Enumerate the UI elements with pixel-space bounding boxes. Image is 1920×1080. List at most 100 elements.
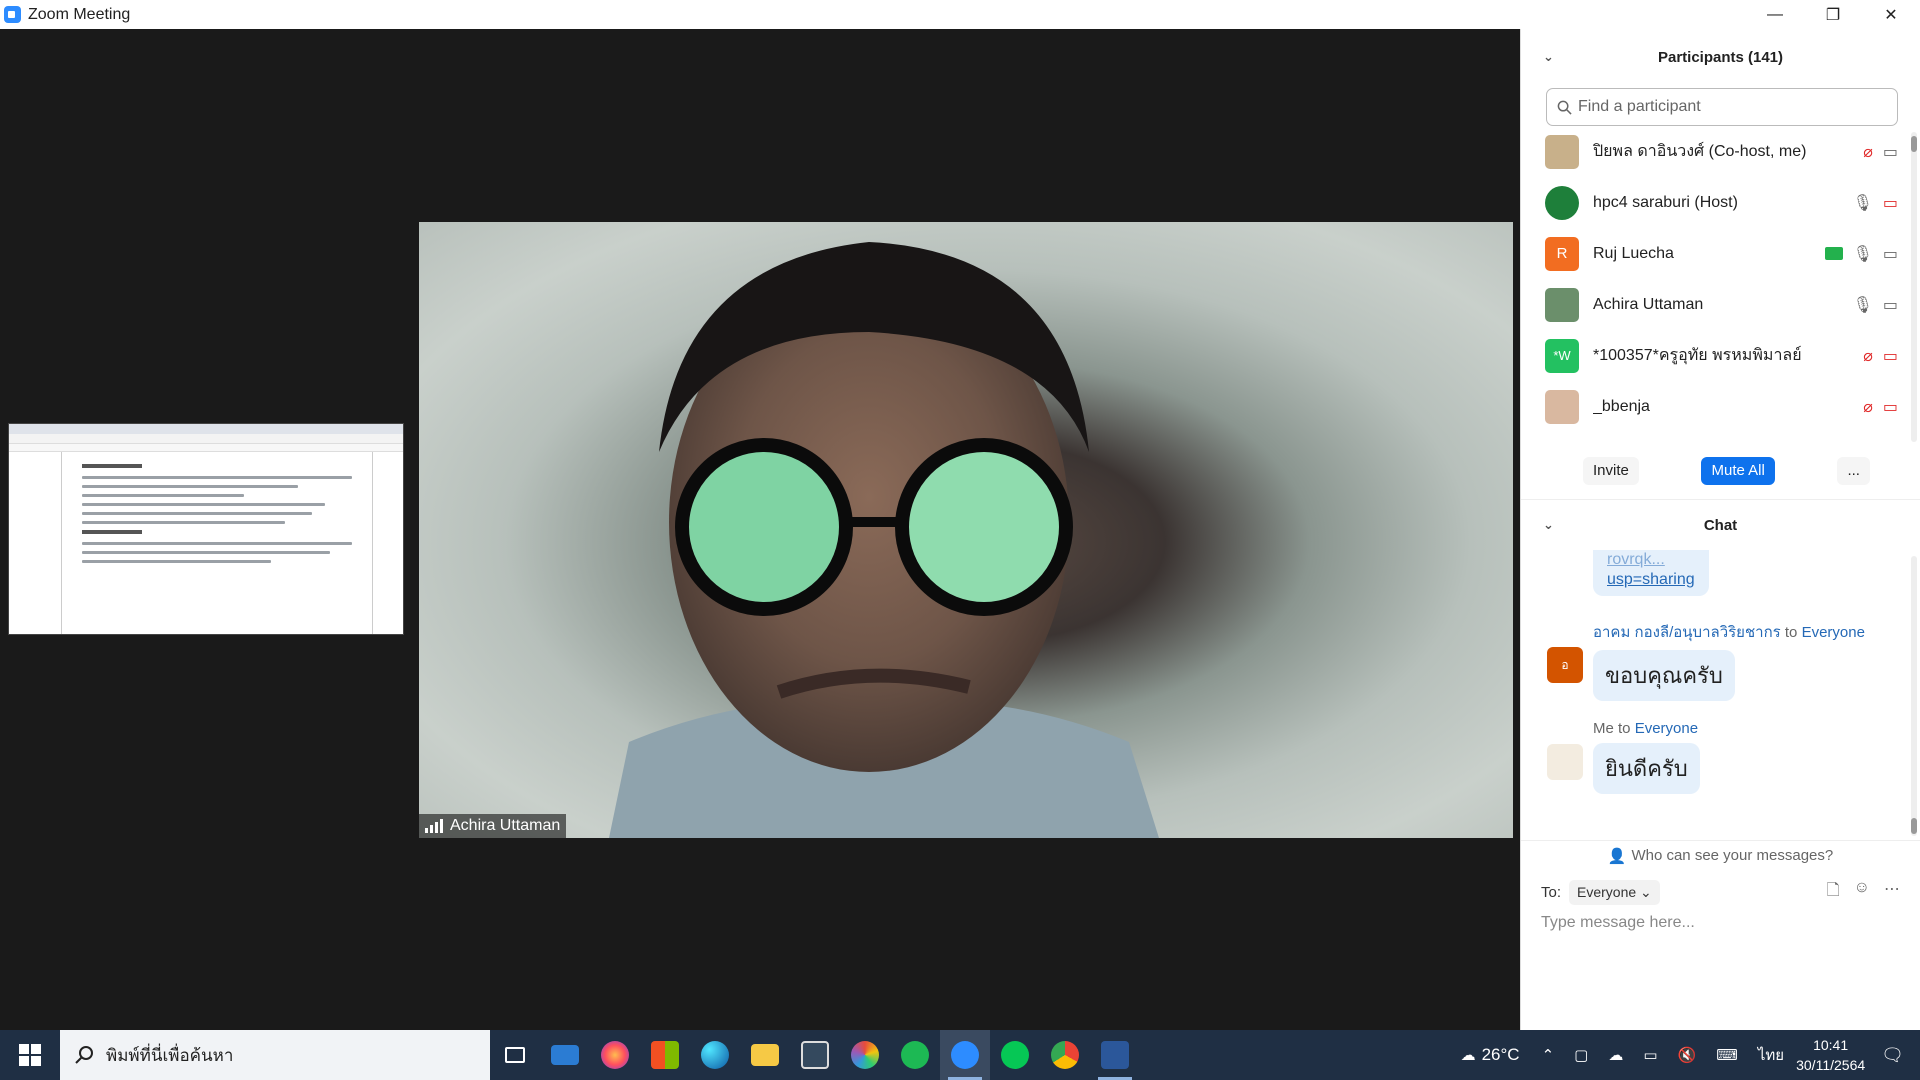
video-icon[interactable]: ▭ bbox=[1883, 142, 1898, 162]
collapse-chevron-icon[interactable]: ⌄ bbox=[1543, 49, 1554, 65]
mic-muted-icon[interactable]: ⌀ bbox=[1863, 397, 1873, 417]
volume-muted-icon[interactable]: 🔇 bbox=[1678, 1046, 1697, 1064]
participant-actions: Invite Mute All ... bbox=[1521, 442, 1920, 500]
participant-row[interactable]: R Ruj Luecha 🎙 ▭ bbox=[1521, 228, 1920, 279]
color-app-icon[interactable] bbox=[840, 1030, 890, 1080]
taskbar-search-box[interactable]: พิมพ์ที่นี่เพื่อค้นหา bbox=[60, 1030, 490, 1080]
chat-link-fragment[interactable]: rovrqk... bbox=[1607, 550, 1695, 570]
thumb-browser-tabs bbox=[9, 424, 403, 434]
side-panel: ⌄ Participants (141) Find a participant … bbox=[1520, 29, 1920, 1030]
chat-sender-line: อาคม กองลี/อนุบาลวิริยชากร to Everyone bbox=[1593, 620, 1865, 644]
mic-icon[interactable]: 🎙 bbox=[1853, 193, 1873, 213]
video-off-icon[interactable]: ▭ bbox=[1883, 346, 1898, 366]
avatar bbox=[1545, 185, 1579, 220]
active-speaker-video[interactable] bbox=[419, 222, 1513, 838]
collapse-chevron-icon[interactable]: ⌄ bbox=[1543, 517, 1554, 533]
signal-strength-icon bbox=[425, 819, 443, 833]
taskbar-clock[interactable]: 10:41 30/11/2564 bbox=[1796, 1035, 1865, 1075]
video-off-icon[interactable]: ▭ bbox=[1883, 397, 1898, 417]
mic-muted-icon[interactable]: ⌀ bbox=[1863, 346, 1873, 366]
shared-screen-thumbnail[interactable] bbox=[8, 423, 404, 635]
video-icon[interactable]: ▭ bbox=[1883, 295, 1898, 315]
zoom-taskbar-icon[interactable] bbox=[940, 1030, 990, 1080]
participant-name: Achira Uttaman bbox=[1593, 295, 1704, 313]
chrome-icon[interactable] bbox=[1040, 1030, 1090, 1080]
chat-message: Me to Everyone ยินดีครับ bbox=[1593, 720, 1700, 794]
chat-sender[interactable]: อาคม กองลี/อนุบาลวิริยชากร bbox=[1593, 624, 1781, 641]
participant-search-input[interactable]: Find a participant bbox=[1546, 88, 1898, 126]
to-label: To: bbox=[1541, 883, 1562, 901]
mic-muted-icon[interactable]: ⌀ bbox=[1863, 142, 1873, 162]
chat-link-fragment[interactable]: usp=sharing bbox=[1607, 570, 1695, 590]
file-explorer-icon[interactable] bbox=[740, 1030, 790, 1080]
store-icon[interactable] bbox=[640, 1030, 690, 1080]
participant-row[interactable]: Achira Uttaman 🎙 ▭ bbox=[1521, 279, 1920, 330]
participant-row[interactable]: ปิยพล ดาอินวงศ์ (Co-host, me) ⌀ ▭ bbox=[1521, 126, 1920, 177]
windows-start-button[interactable] bbox=[0, 1030, 60, 1080]
chat-sender-line: Me to Everyone bbox=[1593, 720, 1700, 737]
notification-icon[interactable]: 🗨 bbox=[1881, 1045, 1904, 1066]
keyboard-icon[interactable]: ⌨ bbox=[1716, 1046, 1738, 1064]
line-icon[interactable] bbox=[990, 1030, 1040, 1080]
participant-row[interactable]: *W *100357*ครูอุทัย พรหมพิมาลย์ ⌀ ▭ bbox=[1521, 330, 1920, 381]
chat-recipient[interactable]: Everyone bbox=[1802, 624, 1865, 641]
more-options-button[interactable]: ... bbox=[1837, 456, 1870, 485]
show-hidden-icons-icon[interactable]: ⌃ bbox=[1542, 1046, 1555, 1064]
device-icon[interactable]: ▢ bbox=[1574, 1046, 1588, 1064]
file-icon[interactable]: 🗋 bbox=[1827, 879, 1840, 906]
chat-message-input[interactable]: Type message here... bbox=[1521, 914, 1920, 932]
who-can-see-link[interactable]: 👤 Who can see your messages? bbox=[1521, 840, 1920, 870]
chat-to-row: To: Everyone ⌄ 🗋 ☺ ⋯ bbox=[1521, 870, 1920, 914]
chat-link-bubble[interactable]: rovrqk... usp=sharing bbox=[1593, 550, 1709, 596]
thumb-document-page bbox=[61, 452, 373, 634]
firefox-icon[interactable] bbox=[590, 1030, 640, 1080]
clock-time: 10:41 bbox=[1813, 1037, 1849, 1053]
system-tray: ☁ 26°C ⌃ ▢ ☁ ▭ 🔇 ⌨ ไทย 10:41 30/11/2564 … bbox=[1461, 1030, 1920, 1080]
chat-message-text: ยินดีครับ bbox=[1593, 743, 1700, 794]
edge-icon[interactable] bbox=[690, 1030, 740, 1080]
windows-taskbar: พิมพ์ที่นี่เพื่อค้นหา ☁ 26°C ⌃ ▢ ☁ ▭ 🔇 ⌨… bbox=[0, 1030, 1920, 1080]
input-language[interactable]: ไทย bbox=[1758, 1043, 1784, 1067]
participant-name: ปิยพล ดาอินวงศ์ (Co-host, me) bbox=[1593, 143, 1807, 160]
battery-icon[interactable]: ▭ bbox=[1643, 1046, 1657, 1064]
taskbar-search-placeholder: พิมพ์ที่นี่เพื่อค้นหา bbox=[106, 1045, 234, 1065]
participant-name: _bbenja bbox=[1593, 397, 1650, 415]
mail-icon[interactable] bbox=[540, 1030, 590, 1080]
windows-logo-icon bbox=[19, 1044, 41, 1066]
participant-scrollbar[interactable] bbox=[1911, 132, 1917, 442]
participant-row[interactable]: _bbenja ⌀ ▭ bbox=[1521, 381, 1920, 432]
speaker-name-tag: Achira Uttaman bbox=[419, 814, 567, 838]
screen-app-icon[interactable] bbox=[790, 1030, 840, 1080]
video-icon[interactable]: ▭ bbox=[1883, 244, 1898, 264]
onedrive-icon[interactable]: ☁ bbox=[1608, 1046, 1623, 1064]
chat-scrollbar[interactable] bbox=[1911, 556, 1917, 836]
zoom-app-icon bbox=[4, 6, 21, 23]
video-off-icon[interactable]: ▭ bbox=[1883, 193, 1898, 213]
restore-button[interactable]: ❐ bbox=[1804, 0, 1862, 29]
chat-header: ⌄ Chat bbox=[1521, 500, 1920, 550]
thumb-browser-address bbox=[9, 434, 403, 444]
chat-sender: Me bbox=[1593, 720, 1614, 737]
weather-temp[interactable]: 26°C bbox=[1482, 1045, 1520, 1065]
chat-message: อาคม กองลี/อนุบาลวิริยชากร to Everyone ข… bbox=[1593, 620, 1865, 701]
more-icon[interactable]: ⋯ bbox=[1884, 879, 1900, 906]
avatar bbox=[1545, 134, 1579, 169]
close-button[interactable]: ✕ bbox=[1862, 0, 1920, 29]
recipient-dropdown[interactable]: Everyone ⌄ bbox=[1569, 879, 1660, 905]
mute-all-button[interactable]: Mute All bbox=[1701, 456, 1775, 485]
weather-icon[interactable]: ☁ bbox=[1461, 1046, 1476, 1064]
participant-row[interactable]: hpc4 saraburi (Host) 🎙 ▭ bbox=[1521, 177, 1920, 228]
chat-recipient[interactable]: Everyone bbox=[1635, 720, 1698, 737]
mic-icon[interactable]: 🎙 bbox=[1853, 295, 1873, 315]
invite-button[interactable]: Invite bbox=[1583, 456, 1639, 485]
participants-title: Participants (141) bbox=[1657, 48, 1784, 66]
minimize-button[interactable]: — bbox=[1746, 0, 1804, 29]
avatar bbox=[1547, 744, 1583, 780]
mic-icon[interactable]: 🎙 bbox=[1853, 244, 1873, 264]
emoji-icon[interactable]: ☺ bbox=[1854, 879, 1870, 906]
task-view-icon[interactable] bbox=[490, 1030, 540, 1080]
spotify-icon[interactable] bbox=[890, 1030, 940, 1080]
chat-to-word: to bbox=[1618, 720, 1631, 737]
share-screen-icon bbox=[1824, 247, 1843, 260]
word-icon[interactable] bbox=[1090, 1030, 1140, 1080]
